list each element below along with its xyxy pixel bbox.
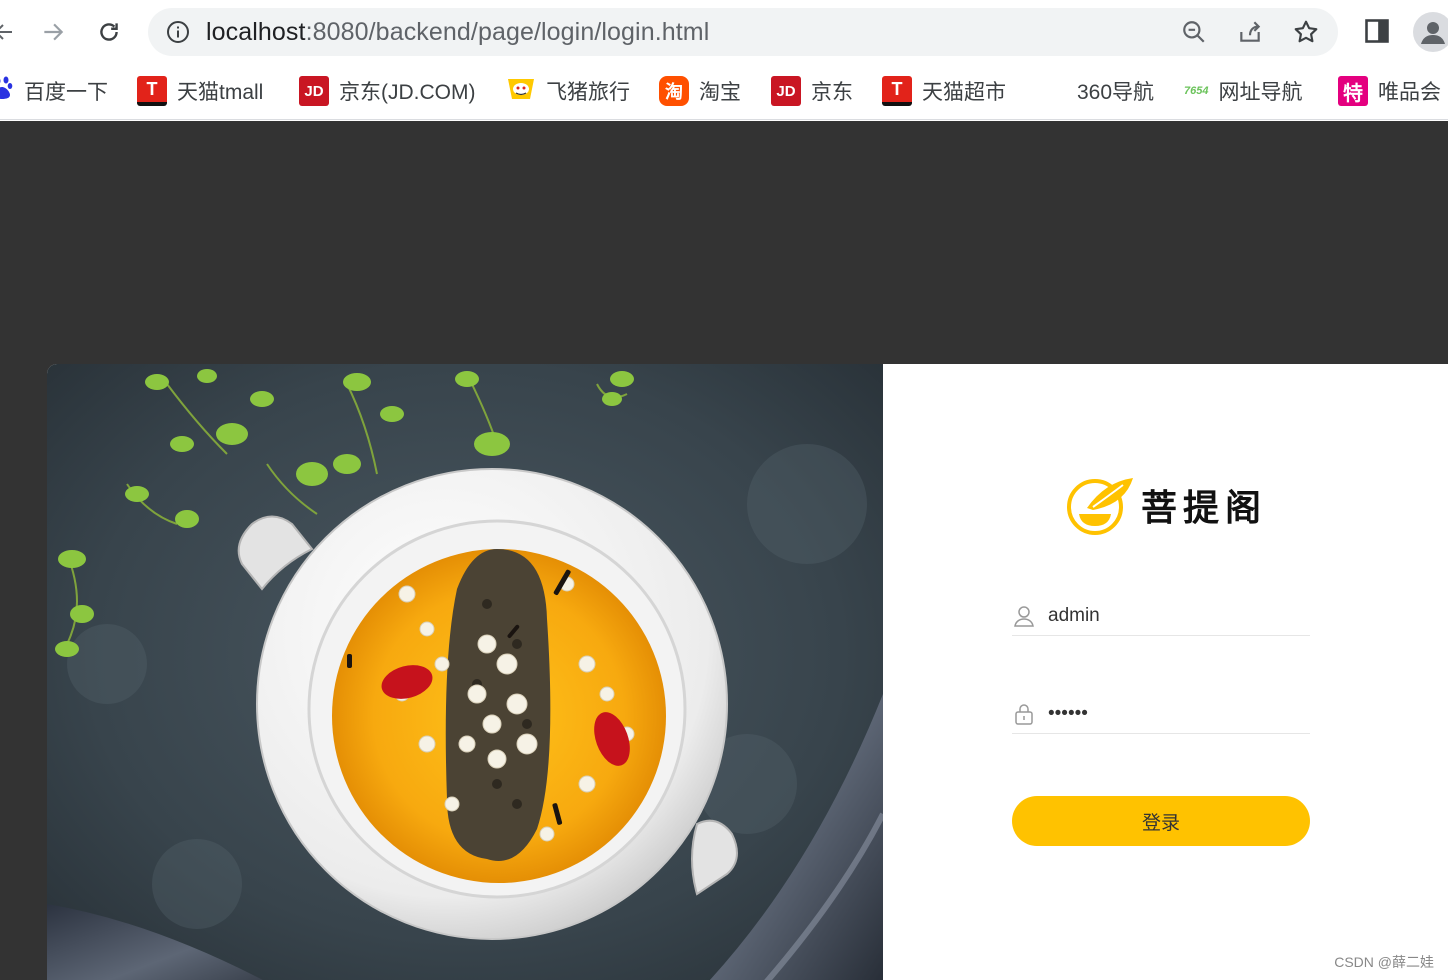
watermark: CSDN @薛二娃 (1334, 954, 1434, 970)
food-photo (47, 364, 883, 980)
login-form: 菩提阁 登录 (883, 364, 1448, 980)
brand-name: 菩提阁 (1141, 487, 1268, 529)
baidu-paw-icon (0, 76, 14, 106)
username-input[interactable] (1048, 604, 1288, 627)
bookmark-360[interactable]: 360导航 (1077, 74, 1154, 108)
back-arrow-icon[interactable] (0, 14, 22, 50)
url-host: localhost (206, 18, 306, 46)
profile-avatar-icon[interactable] (1413, 12, 1448, 52)
side-panel-icon[interactable] (1362, 16, 1392, 46)
username-field (1012, 596, 1310, 636)
bookmark-jd[interactable]: JD 京东(JD.COM) (299, 74, 475, 108)
share-icon[interactable] (1237, 19, 1263, 45)
bookmark-label: 唯品会 (1378, 81, 1441, 104)
bookmark-jd-2[interactable]: JD 京东 (771, 74, 853, 108)
login-button[interactable]: 登录 (1012, 796, 1310, 846)
bookmark-label: 飞猪旅行 (546, 81, 630, 104)
url-text: localhost:8080/backend/page/login/login.… (206, 18, 709, 46)
fliggy-icon (506, 73, 536, 109)
bookmark-7654[interactable]: 7654 网址导航 (1184, 74, 1302, 108)
reload-icon[interactable] (91, 14, 127, 50)
bookmark-taobao[interactable]: 淘 淘宝 (659, 74, 741, 108)
login-card: 菩提阁 登录 (47, 364, 1448, 980)
bookmark-tmall[interactable]: T 天猫tmall (137, 74, 263, 108)
taobao-icon: 淘 (659, 76, 689, 106)
bookmark-label: 淘宝 (699, 81, 741, 104)
bookmarks-bar: 百度一下 T 天猫tmall JD 京东(JD.COM) 飞猪旅行 淘 淘宝 J… (0, 64, 1448, 120)
bookmark-label: 京东 (811, 81, 853, 104)
bookmark-fliggy[interactable]: 飞猪旅行 (506, 74, 630, 108)
bookmark-star-icon[interactable] (1293, 19, 1319, 45)
password-field (1012, 694, 1310, 734)
jd-icon: JD (771, 76, 801, 106)
address-bar[interactable]: localhost:8080/backend/page/login/login.… (148, 8, 1338, 56)
forward-arrow-icon[interactable] (35, 14, 71, 50)
bookmark-label: 360导航 (1077, 81, 1155, 104)
browser-toolbar: localhost:8080/backend/page/login/login.… (0, 0, 1448, 64)
bookmark-label: 百度一下 (24, 81, 108, 104)
bookmark-label: 天猫超市 (922, 81, 1006, 104)
bookmark-tmall-market[interactable]: T 天猫超市 (882, 74, 1006, 108)
lock-icon (1015, 703, 1033, 725)
password-input[interactable] (1048, 702, 1288, 725)
bookmark-label: 天猫tmall (177, 81, 264, 104)
user-icon (1014, 605, 1034, 627)
jd-icon: JD (299, 76, 329, 106)
bookmark-label: 网址导航 (1218, 81, 1303, 104)
bookmark-vip[interactable]: 特 唯品会 (1338, 74, 1441, 108)
url-path: :8080/backend/page/login/login.html (305, 18, 710, 46)
7654-icon: 7654 (1184, 85, 1209, 97)
login-page: 菩提阁 登录 CSDN @薛二娃 (0, 121, 1448, 980)
zoom-icon[interactable] (1181, 19, 1207, 45)
tmall-icon: T (137, 76, 167, 106)
bookmark-label: 京东(JD.COM) (339, 81, 476, 104)
site-info-icon[interactable] (166, 20, 190, 44)
vip-icon: 特 (1338, 76, 1368, 106)
bookmark-baidu[interactable]: 百度一下 (0, 74, 108, 108)
tmall-icon: T (882, 76, 912, 106)
brand-logo: 菩提阁 (1063, 474, 1267, 536)
brand-leaf-icon (1067, 478, 1133, 535)
